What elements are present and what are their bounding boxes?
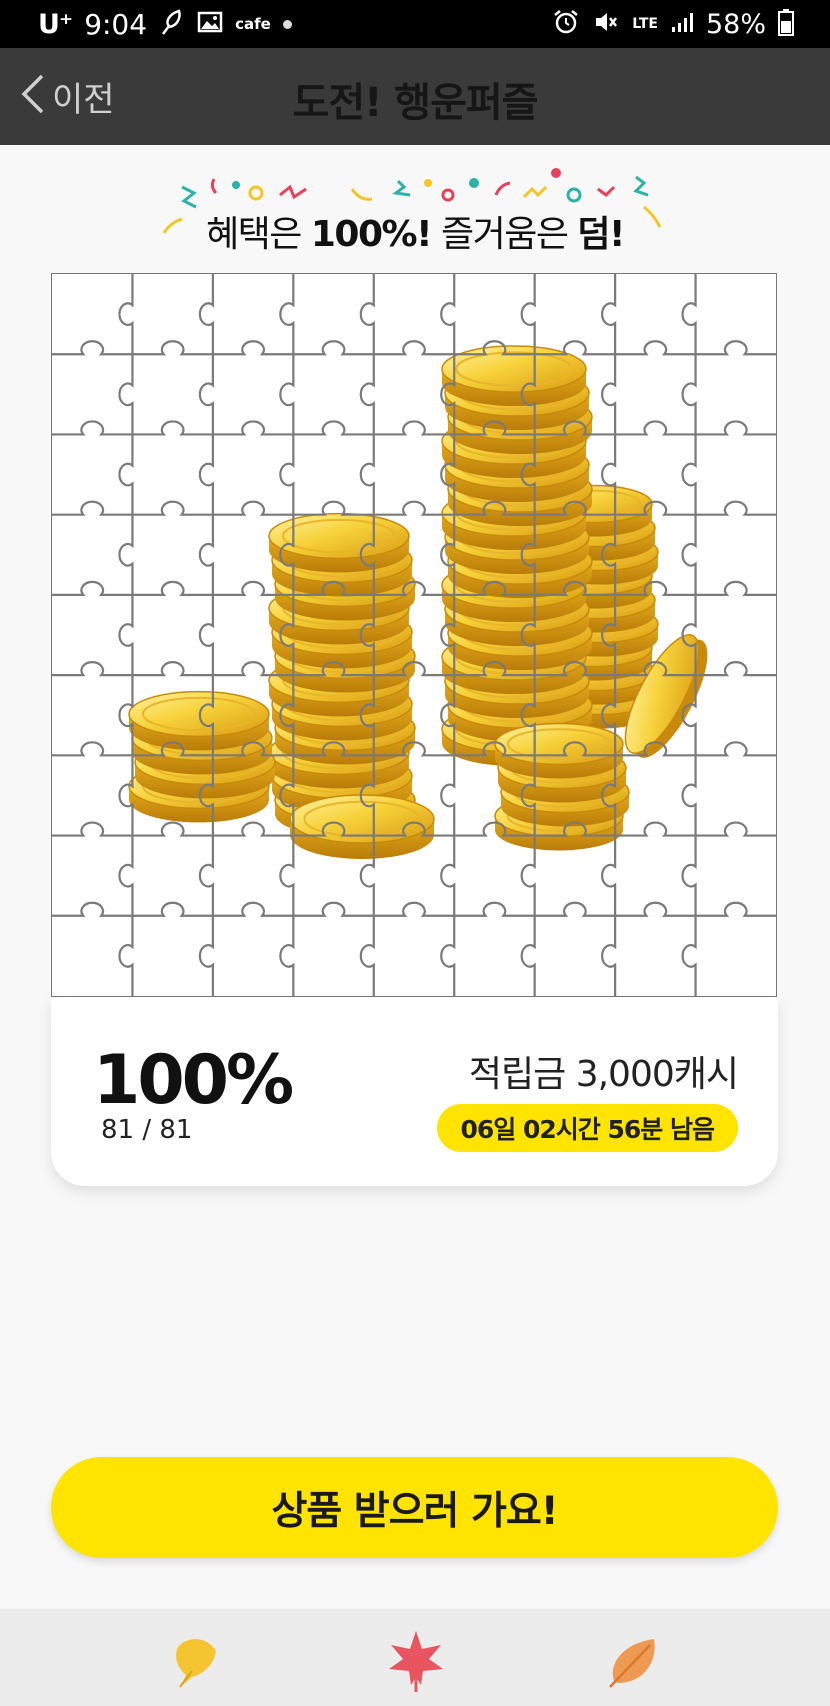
cafe-label: cafe (235, 15, 271, 33)
maple-leaf-icon (389, 1631, 443, 1692)
banner-text-2: 100%! (310, 214, 433, 255)
battery-level: 58% (705, 8, 766, 40)
notification-dot-icon (282, 19, 292, 29)
banner-text-3: 즐거움은 (431, 214, 578, 255)
gold-coins-image (52, 274, 776, 996)
puzzle-grid-lines (52, 274, 776, 996)
promo-banner: 혜택은 100%! 즐거움은 덤! (0, 165, 830, 255)
piece-count: 81 / 81 (101, 1115, 193, 1145)
network-type: LTE (632, 16, 658, 32)
banner-text-1: 혜택은 (206, 214, 311, 255)
reward-label: 적립금 3,000캐시 (468, 1054, 739, 1095)
time-remaining-badge: 06일 02시간 56분 남음 (436, 1104, 738, 1152)
battery-icon (778, 8, 794, 40)
progress-card: 100% 81 / 81 적립금 3,000캐시 06일 02시간 56분 남음 (51, 997, 778, 1186)
page-title: 도전! 행운퍼즐 (292, 80, 539, 126)
nav-tab-ginkgo[interactable] (166, 1631, 226, 1691)
clock: 9:04 (84, 7, 148, 41)
mute-icon (592, 8, 620, 40)
bottom-nav (0, 1609, 830, 1706)
carrier-label: U⁺ (38, 8, 73, 40)
completion-percent: 100% (93, 1041, 294, 1120)
alarm-icon (552, 8, 580, 40)
status-bar: U⁺ 9:04 cafe LTE 58% (0, 0, 830, 48)
nav-tab-autumn-leaf[interactable] (604, 1631, 664, 1691)
gold-coin (494, 722, 624, 779)
claim-reward-button[interactable]: 상품 받으러 가요! (51, 1457, 778, 1558)
banner-headline: 혜택은 100%! 즐거움은 덤! (0, 205, 830, 257)
puzzle-board[interactable] (51, 273, 777, 997)
app-header: 이전 도전! 행운퍼즐 (0, 48, 830, 145)
image-icon (197, 10, 223, 38)
autumn-leaf-icon (609, 1639, 655, 1688)
gold-coin (128, 690, 270, 751)
nav-tab-maple[interactable] (385, 1629, 445, 1692)
signal-icon (670, 10, 694, 38)
ginkgo-leaf-icon (176, 1639, 216, 1688)
gold-coin (289, 794, 435, 859)
banner-text-4: 덤! (577, 214, 625, 255)
feather-icon (159, 8, 185, 40)
